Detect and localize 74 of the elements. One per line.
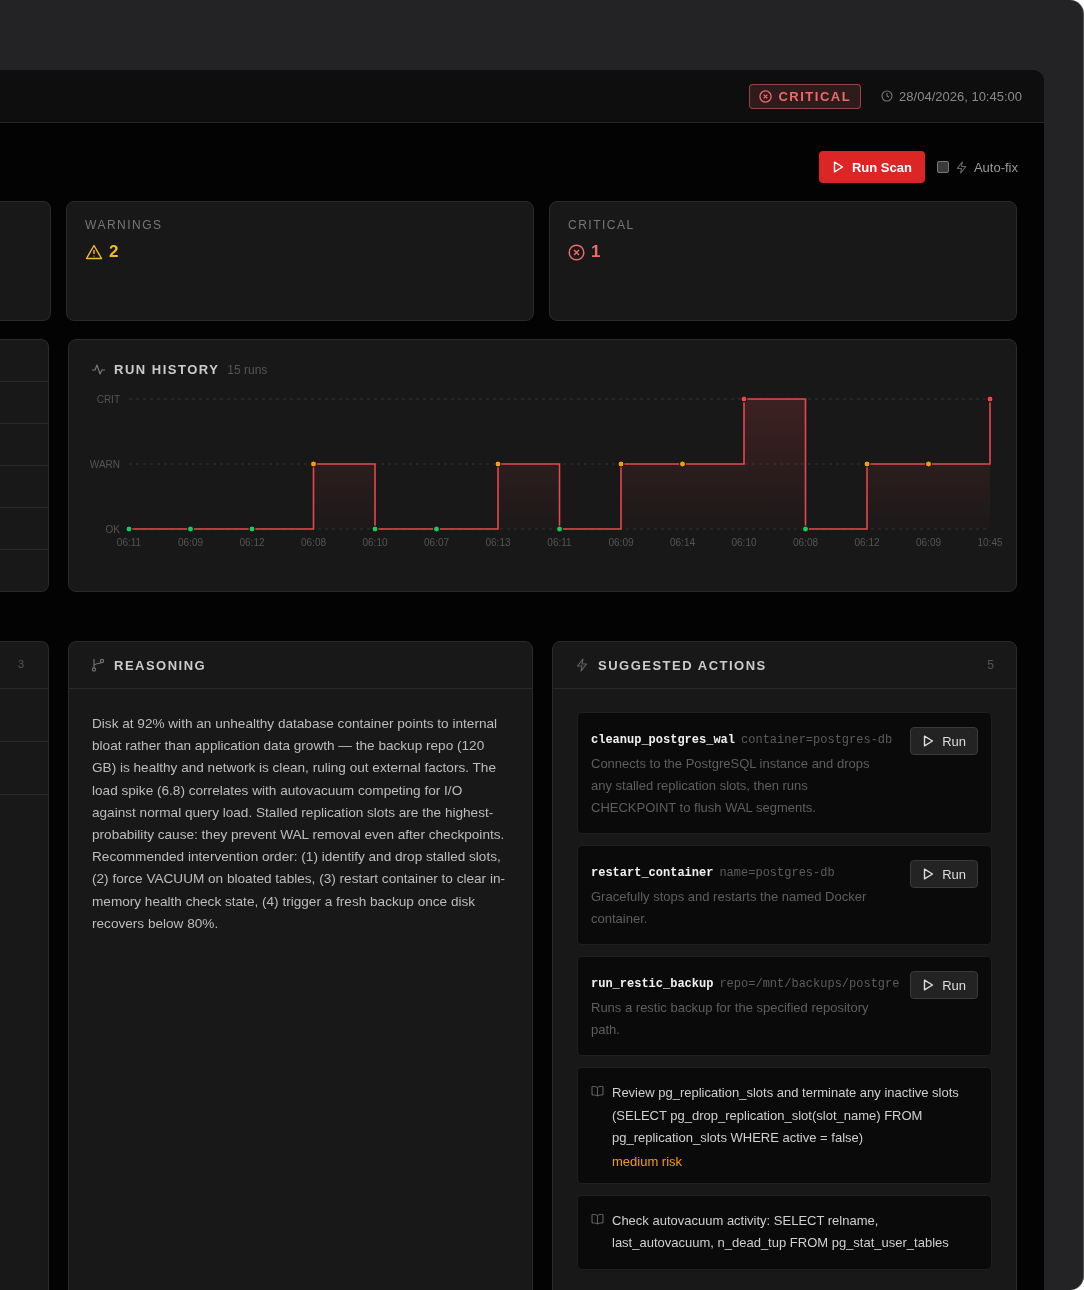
x-axis-label: 06:09 bbox=[916, 537, 941, 548]
error-icon bbox=[568, 243, 585, 261]
x-axis-label: 10:45 bbox=[977, 537, 1003, 548]
clock-icon bbox=[881, 90, 894, 102]
lightning-icon bbox=[954, 160, 968, 174]
panel-title: RUN HISTORY bbox=[114, 362, 220, 377]
x-axis-label: 06:14 bbox=[670, 537, 695, 548]
x-axis-label: 06:08 bbox=[301, 537, 326, 548]
auto-fix-checkbox[interactable] bbox=[936, 161, 949, 173]
data-point bbox=[740, 395, 748, 403]
y-axis-label: CRIT bbox=[96, 394, 120, 405]
action-text: Review pg_replication_slots and terminate any inactive slots (SELECT pg_drop_replication_slot(slot_name) FROM pg_replication_slots WHERE active = false) bbox=[612, 1084, 960, 1147]
data-point bbox=[125, 525, 133, 533]
panel-title: SUGGESTED ACTIONS bbox=[598, 657, 767, 673]
reasoning-text: Disk at 92% with an unhealthy database container points to internal bloat rather than application data growth — the backup repo (120 GB) is healthy and network is clean, ruling out external factors. The load spike (6.8) correlates with autovacuum competing for I/O against normal query load. Stalled replication slots are the highest-probability cause: they prevent WAL removal even after checkpoints. Recommended intervention order: (1) identify and drop stalled slots, (2) force VACUUM on bloated tables, (3) restart container to clear in-memory health check state, (4) trigger a fresh backup once disk recovers below 80%. bbox=[91, 715, 507, 933]
error-icon bbox=[759, 89, 773, 103]
play-icon bbox=[923, 868, 935, 880]
x-axis-label: 06:07 bbox=[424, 537, 449, 548]
book-icon bbox=[591, 1085, 604, 1097]
book-icon bbox=[591, 1212, 604, 1225]
data-point bbox=[679, 460, 686, 468]
x-axis-label: 06:13 bbox=[485, 537, 511, 548]
x-axis-label: 06:09 bbox=[608, 537, 634, 548]
run-scan-button[interactable]: Run Scan bbox=[818, 151, 925, 183]
branch-icon bbox=[91, 658, 105, 672]
x-axis-label: 06:08 bbox=[793, 537, 818, 548]
run-count: 15 runs bbox=[227, 362, 268, 377]
stat-label: CRITICAL bbox=[568, 218, 636, 232]
data-point bbox=[617, 460, 625, 468]
play-icon bbox=[832, 161, 844, 173]
action-count: 5 bbox=[987, 658, 994, 672]
data-point bbox=[371, 525, 379, 533]
x-axis-label: 06:10 bbox=[362, 537, 388, 548]
x-axis-label: 06:12 bbox=[854, 537, 880, 548]
stat-value: 2 bbox=[109, 242, 119, 262]
action-title: restart_container name=postgres-db bbox=[591, 865, 836, 882]
item-count: 3 bbox=[17, 657, 26, 672]
action-title: cleanup_postgres_wal container=postgres-db bbox=[591, 732, 894, 749]
action-description: Connects to the PostgreSQL instance and drops any stalled replication slots, then runs CHECKPOINT to flush WAL segments. bbox=[591, 755, 871, 817]
risk-label: medium risk bbox=[612, 1153, 684, 1169]
activity-icon bbox=[91, 363, 106, 376]
data-point bbox=[310, 460, 317, 468]
data-point bbox=[187, 525, 194, 533]
play-icon bbox=[923, 979, 935, 991]
data-point bbox=[556, 525, 563, 533]
run-button[interactable]: Run bbox=[910, 727, 978, 755]
action-description: Runs a restic backup for the specified repository path. bbox=[591, 999, 870, 1039]
data-point bbox=[248, 525, 256, 533]
data-point bbox=[494, 460, 502, 468]
run-button[interactable]: Run bbox=[910, 860, 978, 888]
run-button[interactable]: Run bbox=[910, 971, 978, 999]
play-icon bbox=[923, 735, 935, 747]
status-badge: CRITICAL bbox=[749, 83, 862, 109]
warning-icon bbox=[85, 244, 103, 260]
y-axis-label: WARN bbox=[89, 459, 120, 470]
x-axis-label: 06:09 bbox=[178, 537, 203, 548]
auto-fix-label: Auto-fix bbox=[973, 159, 1018, 175]
stat-label: WARNINGS bbox=[85, 218, 164, 232]
stat-value: 1 bbox=[591, 242, 601, 262]
data-point bbox=[863, 460, 871, 468]
action-description: Gracefully stops and restarts the named Docker container. bbox=[591, 888, 868, 928]
x-axis-label: 06:11 bbox=[116, 537, 142, 548]
x-axis-label: 06:12 bbox=[239, 537, 265, 548]
timestamp: 28/04/2026, 10:45:00 bbox=[899, 88, 1022, 104]
data-point bbox=[433, 525, 440, 533]
x-axis-label: 06:10 bbox=[731, 537, 757, 548]
panel-title: REASONING bbox=[114, 657, 207, 673]
action-title: run_restic_backup repo=/mnt/backups/postgre bbox=[591, 976, 901, 993]
data-point bbox=[925, 460, 932, 468]
data-point bbox=[802, 525, 809, 533]
data-point bbox=[986, 395, 994, 403]
action-text: Check autovacuum activity: SELECT relname, last_autovacuum, n_dead_tup FROM pg_stat_user_tables bbox=[612, 1211, 950, 1252]
y-axis-label: OK bbox=[105, 524, 120, 535]
lightning-icon bbox=[575, 658, 589, 672]
